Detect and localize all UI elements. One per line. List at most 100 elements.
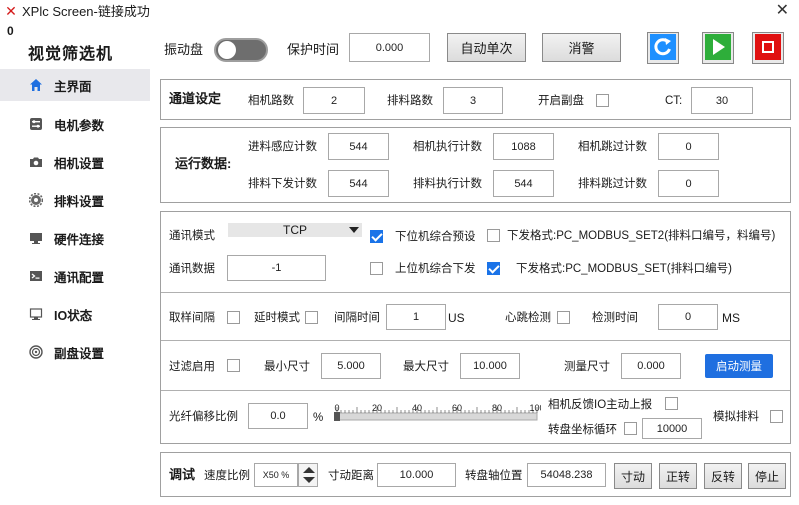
io-monitor-icon [28,306,44,322]
coord-loop-input[interactable]: 10000 [642,418,702,439]
speed-ratio-input[interactable]: X50 % [254,463,298,487]
camera-exec-label: 相机执行计数 [413,141,482,153]
discharge-issue-value: 544 [328,170,389,197]
max-size-input[interactable]: 10.000 [460,353,520,379]
heartbeat-label: 心跳检测 [505,312,551,324]
start-measure-button[interactable]: 启动测量 [705,354,773,378]
divider [161,292,790,293]
comm-mode-label: 通讯模式 [169,230,215,242]
min-size-input[interactable]: 5.000 [321,353,381,379]
sub-disc-checkbox[interactable] [596,94,609,107]
fiber-offset-input[interactable]: 0.0 [248,403,308,429]
window-title: XPlc Screen-链接成功 [22,4,150,19]
axis-position-value: 54048.238 [527,463,606,487]
comm-data-input[interactable]: -1 [227,255,326,281]
gap-time-input[interactable]: 1 [386,304,446,330]
clear-alarm-button[interactable]: 消警 [542,33,621,62]
sidebar-item-label: 硬件连接 [54,232,105,247]
sampling-interval-label: 取样间隔 [169,312,215,324]
sidebar-item-label: 主界面 [54,79,92,94]
gear-icon [28,192,44,208]
stop-button[interactable] [752,32,784,64]
comm-mode-value: TCP [283,223,307,237]
start-button[interactable] [702,32,734,64]
sampling-interval-checkbox[interactable] [227,311,240,324]
close-icon[interactable]: ✕ [776,2,789,20]
arrow-up-icon[interactable] [303,467,315,473]
sim-discharge-checkbox[interactable] [770,410,783,423]
slider-track[interactable] [336,412,538,421]
slider-thumb[interactable] [334,412,340,421]
discharge-count-input[interactable]: 3 [443,87,503,114]
jog-distance-label: 寸动距离 [328,470,374,482]
camera-count-input[interactable]: 2 [303,87,365,114]
sidebar-item-label: 通讯配置 [54,270,105,285]
divider [161,340,790,341]
comm-data-label: 通讯数据 [169,263,215,275]
jog-distance-input[interactable]: 10.000 [377,463,456,487]
ruler-tick-label: 0 [334,404,339,413]
auto-single-button[interactable]: 自动单次 [447,33,526,62]
comm-mode-select[interactable]: TCP [228,223,362,237]
feed-sense-label: 进料感应计数 [248,141,317,153]
ruler-tick-label: 20 [372,404,382,413]
delay-mode-label: 延时模式 [254,312,300,324]
sidebar-item-hardware[interactable]: 硬件连接 [0,219,150,257]
camera-skip-label: 相机跳过计数 [578,141,647,153]
protect-time-input[interactable]: 0.000 [349,33,430,62]
sidebar-item-discharge[interactable]: 排料设置 [0,181,150,219]
arrow-down-icon[interactable] [303,477,315,483]
discharge-skip-value: 0 [658,170,719,197]
reverse-button[interactable]: 反转 [704,463,742,489]
coord-loop-checkbox[interactable] [624,422,637,435]
heartbeat-checkbox[interactable] [557,311,570,324]
discharge-exec-value: 544 [493,170,554,197]
sidebar-item-subdisc[interactable]: 副盘设置 [0,333,150,371]
camera-icon [28,154,44,170]
fiber-offset-label: 光纤偏移比例 [169,411,238,423]
feed-sense-value: 544 [328,133,389,160]
sidebar-item-comm[interactable]: 通讯配置 [0,257,150,295]
speed-ratio-stepper[interactable] [298,463,318,487]
refresh-button[interactable] [647,32,679,64]
sidebar-item-camera[interactable]: 相机设置 [0,143,150,181]
lower-preset-label: 下位机综合预设 [395,231,476,243]
camera-count-label: 相机路数 [248,95,294,107]
running-title: 运行数据: [175,156,232,171]
check-time-input[interactable]: 0 [658,304,718,330]
discharge-exec-label: 排料执行计数 [413,178,482,190]
percent-sign: % [313,412,324,424]
upper-issue-label: 上位机综合下发 [395,263,476,275]
jog-button[interactable]: 寸动 [614,463,652,489]
delay-mode-checkbox[interactable] [305,311,318,324]
forward-button[interactable]: 正转 [659,463,697,489]
sidebar-item-label: 相机设置 [54,156,105,171]
ct-input[interactable]: 30 [691,87,753,114]
filter-enable-label: 过滤启用 [169,361,215,373]
vibration-toggle[interactable] [214,38,268,62]
max-size-label: 最大尺寸 [403,361,449,373]
format1-checkbox[interactable] [487,262,500,275]
protect-time-label: 保护时间 [287,42,340,57]
play-icon [705,33,731,63]
ruler-tick-label: 100 [529,404,541,413]
vibration-label: 振动盘 [164,42,204,57]
camera-skip-value: 0 [658,133,719,160]
lower-preset-checkbox[interactable] [370,230,383,243]
camera-exec-value: 1088 [493,133,554,160]
measure-size-value: 0.000 [621,353,681,379]
upper-issue-checkbox[interactable] [370,262,383,275]
sidebar-item-io[interactable]: IO状态 [0,295,150,333]
filter-enable-checkbox[interactable] [227,359,240,372]
camera-feedback-checkbox[interactable] [665,397,678,410]
fiber-offset-slider[interactable]: 0 20 40 60 80 100 [333,403,545,422]
sim-discharge-label: 模拟排料 [713,411,759,423]
sidebar-item-motor[interactable]: 电机参数 [0,105,150,143]
sub-disc-label: 开启副盘 [538,95,584,107]
stop-axis-button[interactable]: 停止 [748,463,786,489]
gap-time-label: 间隔时间 [334,312,380,324]
format2-checkbox[interactable] [487,229,500,242]
sidebar-item-home[interactable]: 主界面 [0,69,150,101]
gap-unit: US [448,311,465,325]
chevron-down-icon [349,227,359,233]
